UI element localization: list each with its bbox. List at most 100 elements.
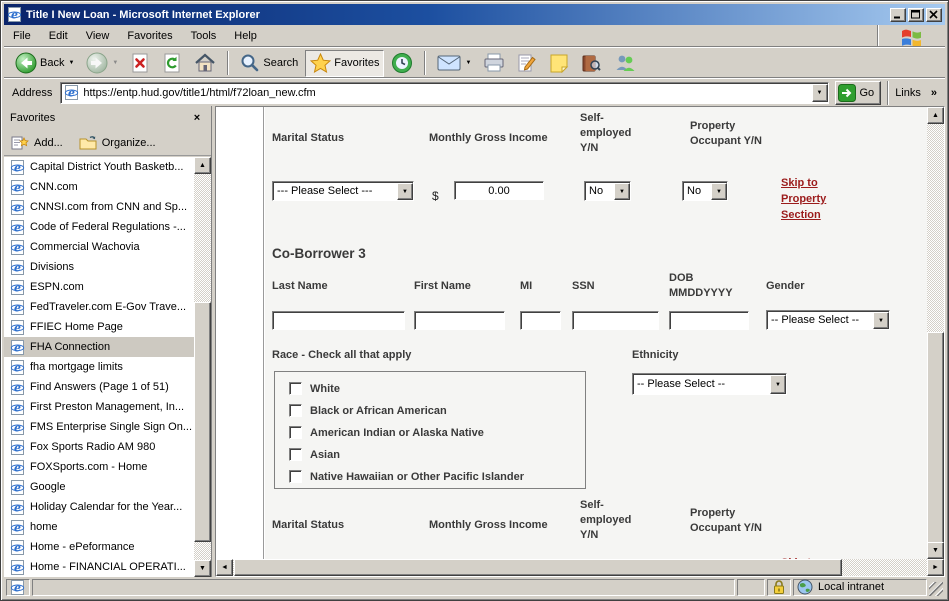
go-button[interactable]: Go bbox=[835, 81, 882, 105]
ie-page-icon bbox=[10, 260, 25, 275]
scroll-right-icon[interactable]: ► bbox=[927, 559, 944, 576]
checkbox-black-or-african-american[interactable] bbox=[289, 404, 302, 417]
scrollbar-thumb[interactable] bbox=[927, 332, 944, 552]
forward-button[interactable]: ▼ bbox=[81, 50, 123, 77]
checkbox-white[interactable] bbox=[289, 382, 302, 395]
last-name-input[interactable] bbox=[272, 311, 405, 330]
favorite-item[interactable]: Home - FINANCIAL OPERATI... bbox=[4, 557, 194, 577]
ethnicity-select[interactable]: -- Please Select -- ▼ bbox=[632, 373, 787, 395]
menu-file[interactable]: File bbox=[4, 27, 40, 45]
menu-favorites[interactable]: Favorites bbox=[118, 27, 181, 45]
favorite-item[interactable]: FMS Enterprise Single Sign On... bbox=[4, 417, 194, 437]
favorite-item[interactable]: Find Answers (Page 1 of 51) bbox=[4, 377, 194, 397]
favorite-item[interactable]: Holiday Calendar for the Year... bbox=[4, 497, 194, 517]
add-favorite-icon bbox=[11, 135, 29, 151]
scroll-left-icon[interactable]: ◄ bbox=[216, 559, 233, 576]
scrollbar-thumb[interactable] bbox=[194, 302, 211, 542]
chevron-down-icon[interactable]: ▼ bbox=[873, 312, 889, 329]
mail-button[interactable]: ▼ bbox=[432, 50, 476, 77]
favorite-item[interactable]: FedTraveler.com E-Gov Trave... bbox=[4, 297, 194, 317]
last-name-label: Last Name bbox=[272, 279, 328, 294]
favorite-item[interactable]: Home - ePeformance bbox=[4, 537, 194, 557]
favorite-item[interactable]: home bbox=[4, 517, 194, 537]
messenger-button[interactable] bbox=[608, 50, 642, 77]
favorite-item[interactable]: CNN.com bbox=[4, 177, 194, 197]
address-input[interactable]: https://entp.hud.gov/title1/html/f72loan… bbox=[60, 82, 828, 104]
favorite-item[interactable]: ESPN.com bbox=[4, 277, 194, 297]
loan-form: Marital Status Monthly Gross Income Self… bbox=[265, 107, 927, 559]
address-dropdown-button[interactable]: ▼ bbox=[812, 84, 828, 102]
favorite-item[interactable]: Code of Federal Regulations -... bbox=[4, 217, 194, 237]
favorite-item[interactable]: Commercial Wachovia bbox=[4, 237, 194, 257]
content-vertical-scrollbar[interactable]: ▲ ▼ bbox=[927, 107, 944, 559]
close-button[interactable] bbox=[926, 8, 942, 22]
favorite-item[interactable]: CNNSI.com from CNN and Sp... bbox=[4, 197, 194, 217]
menu-edit[interactable]: Edit bbox=[40, 27, 77, 45]
add-favorite-button[interactable]: Add... bbox=[11, 135, 63, 151]
scrollbar-thumb[interactable] bbox=[234, 559, 842, 576]
favorite-item-selected[interactable]: FHA Connection bbox=[4, 337, 194, 357]
favorite-item[interactable]: Google bbox=[4, 477, 194, 497]
favorite-item[interactable]: First Preston Management, In... bbox=[4, 397, 194, 417]
search-button[interactable]: Search bbox=[235, 50, 303, 77]
gender-select[interactable]: -- Please Select -- ▼ bbox=[766, 310, 890, 330]
favorite-item-label: Commercial Wachovia bbox=[30, 241, 140, 253]
links-button[interactable]: Links » bbox=[895, 87, 941, 99]
chevron-down-icon[interactable]: ▼ bbox=[711, 183, 727, 200]
favorite-item-label: Capital District Youth Basketb... bbox=[30, 161, 183, 173]
favorites-scrollbar[interactable]: ▲ ▼ bbox=[194, 157, 211, 577]
chevron-down-icon[interactable]: ▼ bbox=[397, 183, 413, 200]
property-occupant-select[interactable]: No ▼ bbox=[682, 181, 728, 201]
favorite-item[interactable]: fha mortgage limits bbox=[4, 357, 194, 377]
scroll-down-icon[interactable]: ▼ bbox=[194, 560, 211, 577]
self-employed-select[interactable]: No ▼ bbox=[584, 181, 631, 201]
mi-input[interactable] bbox=[520, 311, 561, 330]
ssn-input[interactable] bbox=[572, 311, 659, 330]
minimize-button[interactable] bbox=[890, 8, 906, 22]
first-name-input[interactable] bbox=[414, 311, 505, 330]
chevron-down-icon[interactable]: ▼ bbox=[770, 375, 786, 394]
skip-to-property-link[interactable]: Skip to Property Section bbox=[781, 175, 826, 223]
checkbox-american-indian-or-alaska-native[interactable] bbox=[289, 426, 302, 439]
print-button[interactable] bbox=[478, 50, 510, 77]
chevron-down-icon[interactable]: ▼ bbox=[614, 183, 630, 200]
scroll-up-icon[interactable]: ▲ bbox=[194, 157, 211, 174]
favorite-item[interactable]: FFIEC Home Page bbox=[4, 317, 194, 337]
stop-button[interactable] bbox=[125, 50, 155, 77]
favorites-button[interactable]: Favorites bbox=[305, 50, 384, 77]
race-option-label: Native Hawaiian or Other Pacific Islande… bbox=[310, 471, 524, 483]
favorite-item[interactable]: Fox Sports Radio AM 980 bbox=[4, 437, 194, 457]
forward-dropdown-icon[interactable]: ▼ bbox=[112, 60, 118, 66]
close-icon[interactable]: × bbox=[189, 110, 205, 126]
refresh-button[interactable] bbox=[157, 50, 187, 77]
scroll-down-icon[interactable]: ▼ bbox=[927, 542, 944, 559]
resize-grip[interactable] bbox=[929, 582, 943, 596]
menu-help[interactable]: Help bbox=[225, 27, 266, 45]
menu-tools[interactable]: Tools bbox=[182, 27, 226, 45]
favorite-item[interactable]: FOXSports.com - Home bbox=[4, 457, 194, 477]
dob-input[interactable] bbox=[669, 311, 749, 330]
checkbox-asian[interactable] bbox=[289, 448, 302, 461]
checkbox-native-hawaiian-or-other-pacific-islander[interactable] bbox=[289, 470, 302, 483]
scroll-up-icon[interactable]: ▲ bbox=[927, 107, 944, 124]
globe-icon bbox=[797, 579, 813, 595]
mail-dropdown-icon[interactable]: ▼ bbox=[465, 60, 471, 66]
edit-button[interactable] bbox=[512, 50, 542, 77]
home-button[interactable] bbox=[189, 50, 221, 77]
dob-label: DOB MMDDYYYY bbox=[669, 271, 733, 301]
back-dropdown-icon[interactable]: ▼ bbox=[68, 60, 74, 66]
research-button[interactable] bbox=[576, 50, 606, 77]
favorite-item[interactable]: Divisions bbox=[4, 257, 194, 277]
monthly-gross-income-input[interactable]: 0.00 bbox=[454, 181, 544, 200]
organize-favorites-button[interactable]: Organize... bbox=[79, 135, 156, 151]
favorite-item[interactable]: Capital District Youth Basketb... bbox=[4, 157, 194, 177]
back-button[interactable]: Back ▼ bbox=[10, 50, 79, 77]
address-url[interactable]: https://entp.hud.gov/title1/html/f72loan… bbox=[79, 87, 811, 99]
back-icon bbox=[15, 52, 37, 74]
menu-view[interactable]: View bbox=[77, 27, 119, 45]
marital-status-select[interactable]: --- Please Select --- ▼ bbox=[272, 181, 414, 201]
discuss-note-button[interactable] bbox=[544, 50, 574, 77]
history-button[interactable] bbox=[386, 50, 418, 77]
maximize-button[interactable] bbox=[908, 8, 924, 22]
content-horizontal-scrollbar[interactable]: ◄ ► bbox=[216, 559, 944, 576]
